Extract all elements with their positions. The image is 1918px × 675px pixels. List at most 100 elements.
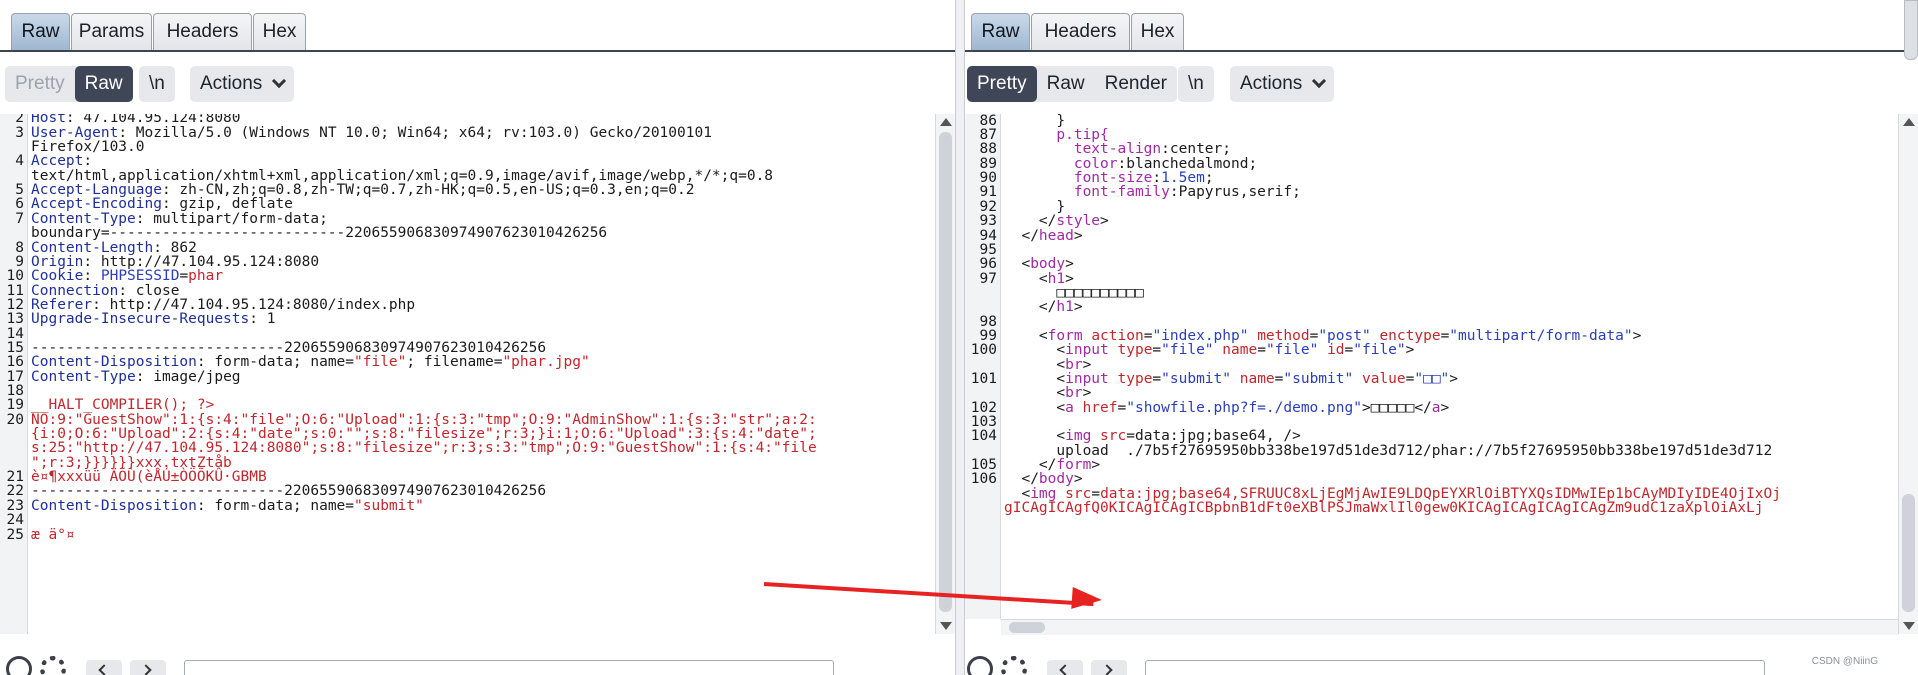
request-pane: Raw Params Headers Hex Pretty Raw \n Act… xyxy=(0,0,955,675)
response-newline-button[interactable]: \n xyxy=(1178,66,1214,102)
code-token: > xyxy=(1449,371,1459,387)
code-token: = xyxy=(1344,342,1354,359)
response-raw-button[interactable]: Raw xyxy=(1037,66,1095,102)
code-token: id xyxy=(1327,342,1345,359)
line-number: 20 xyxy=(6,411,24,428)
code-token: > xyxy=(1440,399,1450,416)
code-line: <a href="showfile.php?f=./demo.png">□□□□… xyxy=(1004,400,1449,418)
response-tab-raw[interactable]: Raw xyxy=(971,13,1030,50)
help-icon[interactable] xyxy=(6,656,32,675)
code-token: :Papyrus,serif; xyxy=(1169,184,1301,201)
code-token: "phar.jpg" xyxy=(502,354,590,371)
response-hscroll-thumb[interactable] xyxy=(1009,622,1045,633)
code-token: "submit" xyxy=(1283,371,1354,387)
code-token: "multipart/form-data" xyxy=(1449,327,1633,344)
request-tab-params[interactable]: Params xyxy=(71,13,152,50)
code-token: font-family xyxy=(1073,184,1170,201)
code-token: = xyxy=(179,268,189,285)
line-number: 25 xyxy=(6,526,24,543)
previous-match-button[interactable] xyxy=(86,660,122,675)
line-number: 7 xyxy=(15,210,24,227)
code-token: = xyxy=(1440,327,1450,344)
request-scroll-thumb[interactable] xyxy=(939,132,952,612)
request-search-input[interactable] xyxy=(184,660,834,675)
code-token: "submit" xyxy=(1161,371,1231,387)
code-token: > xyxy=(1405,342,1415,359)
watermark: CSDN @NiinG xyxy=(1811,656,1878,667)
request-tabbar: Raw Params Headers Hex xyxy=(0,0,955,52)
code-token: > xyxy=(1073,299,1083,316)
code-token: ; filename= xyxy=(406,354,503,371)
code-token: </ xyxy=(1004,299,1057,316)
code-token: upload ./7b5f27695950bb338be197d51de3d71… xyxy=(1004,442,1773,459)
request-pretty-button[interactable]: Pretty xyxy=(5,66,75,102)
previous-match-button[interactable] xyxy=(1047,660,1083,675)
code-token: type xyxy=(1117,371,1153,387)
response-search-input[interactable] xyxy=(1145,660,1765,675)
code-token: : form-data; name= xyxy=(196,497,355,514)
chevron-down-icon xyxy=(272,73,287,89)
code-token: Content-Disposition xyxy=(31,497,197,514)
code-token: name xyxy=(1222,342,1258,359)
request-raw-button[interactable]: Raw xyxy=(74,66,133,102)
scroll-up-icon[interactable] xyxy=(1903,118,1915,126)
response-view-toggle: Pretty Raw Render xyxy=(967,66,1177,102)
line-number: 104 xyxy=(970,428,997,445)
code-token: gICAgICAgfQ0KICAgICAgICBpbnB1dFt0eXBlPSJ… xyxy=(1004,500,1764,517)
response-horizontal-scrollbar[interactable] xyxy=(1001,619,1898,635)
request-newline-button[interactable]: \n xyxy=(139,66,175,102)
code-token: "file" xyxy=(1353,342,1406,359)
code-line: Content-Type: image/jpeg xyxy=(31,369,241,387)
request-actions-menu[interactable]: Actions xyxy=(190,66,295,102)
response-tab-hex[interactable]: Hex xyxy=(1131,13,1184,50)
scroll-down-icon[interactable] xyxy=(1903,622,1915,630)
code-token: Content-Type xyxy=(31,368,136,385)
response-bottom-bar xyxy=(965,652,1918,675)
next-match-button[interactable] xyxy=(130,660,166,675)
code-line: Content-Disposition: form-data; name="su… xyxy=(31,498,424,516)
scroll-down-icon[interactable] xyxy=(940,622,952,630)
code-token: æ ä°¤ xyxy=(31,526,75,543)
gear-icon[interactable] xyxy=(1001,656,1027,675)
response-render-button[interactable]: Render xyxy=(1095,66,1177,102)
response-actions-menu[interactable]: Actions xyxy=(1230,66,1335,102)
request-actions-label: Actions xyxy=(200,73,263,94)
response-actions-label: Actions xyxy=(1240,73,1303,94)
code-token: "file" xyxy=(354,354,407,371)
response-scroll-thumb[interactable] xyxy=(1902,494,1915,612)
code-token: "submit" xyxy=(354,497,424,514)
scroll-up-icon[interactable] xyxy=(940,118,952,126)
help-icon[interactable] xyxy=(967,656,993,675)
gear-icon[interactable] xyxy=(40,656,66,675)
chevron-down-icon xyxy=(1312,73,1327,89)
request-tab-hex[interactable]: Hex xyxy=(253,13,306,50)
code-token: head xyxy=(1038,227,1074,244)
response-pane: Raw Headers Hex Pretty Raw Render \n Act… xyxy=(965,0,1918,675)
code-token: href xyxy=(1082,399,1118,416)
request-tab-raw[interactable]: Raw xyxy=(11,13,70,50)
code-token: "file" xyxy=(1265,342,1319,359)
response-tab-headers[interactable]: Headers xyxy=(1031,13,1130,50)
request-vertical-scrollbar[interactable] xyxy=(935,114,955,634)
code-token: > xyxy=(1632,327,1642,344)
next-match-button[interactable] xyxy=(1091,660,1127,675)
request-editor[interactable]: 1POST /index.php?fname=phar://7b5f276959… xyxy=(0,114,935,634)
code-token: "file" xyxy=(1161,342,1214,359)
response-vertical-scrollbar[interactable] xyxy=(1898,114,1918,634)
pane-splitter[interactable] xyxy=(955,0,965,675)
code-token: Upgrade-Insecure-Requests xyxy=(31,311,250,328)
line-number: 106 xyxy=(970,471,997,488)
code-token: a xyxy=(1065,399,1074,416)
response-pretty-button[interactable]: Pretty xyxy=(967,66,1037,102)
code-token: name xyxy=(1239,371,1275,387)
window-scrollbar[interactable] xyxy=(1904,0,1918,60)
request-tab-headers[interactable]: Headers xyxy=(153,13,252,50)
annotation-arrow-head xyxy=(1071,586,1103,612)
code-token: = xyxy=(1117,399,1127,416)
response-editor[interactable]: 84 a:hover{85 text-decoration:underline;… xyxy=(965,114,1898,619)
code-token: > xyxy=(1091,457,1101,474)
